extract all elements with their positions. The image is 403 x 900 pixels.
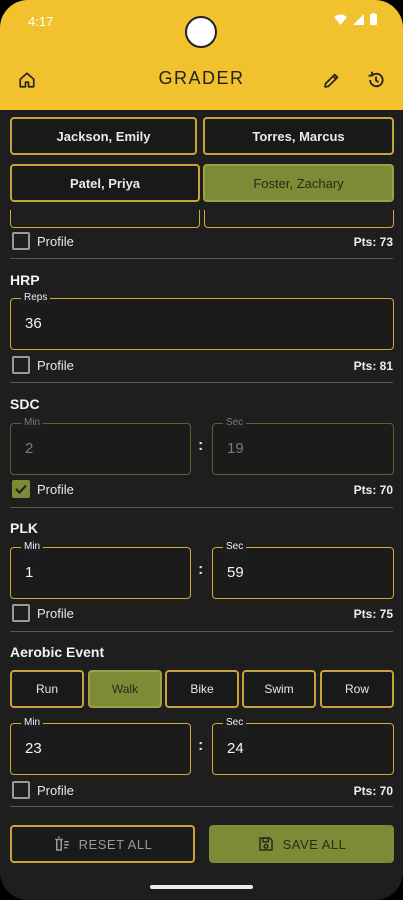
profile-checkbox-plk[interactable] [12, 604, 30, 622]
pencil-icon [323, 73, 338, 88]
sdc-min-input[interactable]: Min 2 [10, 417, 191, 475]
previous-event-field-sec[interactable] [204, 210, 394, 228]
history-icon [368, 71, 384, 88]
option-label: Swim [264, 682, 294, 696]
field-value: 36 [25, 315, 42, 332]
field-value: 24 [227, 740, 244, 757]
profile-label: Profile [37, 358, 74, 373]
status-icons [334, 13, 377, 25]
plk-min-input[interactable]: Min 1 [10, 541, 191, 599]
status-time: 4:17 [28, 14, 54, 29]
soldier-name: Foster, Zachary [253, 175, 344, 191]
battery-icon [370, 13, 377, 25]
app-bar: 4:17 GRADER [0, 0, 403, 110]
soldier-name: Patel, Priya [69, 175, 141, 191]
divider [10, 806, 393, 807]
field-label: Sec [223, 541, 247, 553]
event-title-hrp: HRP [10, 272, 40, 288]
field-value: 1 [25, 564, 34, 581]
reset-label: RESET ALL [78, 836, 153, 852]
profile-checkbox-previous[interactable] [12, 232, 30, 250]
event-title-sdc: SDC [10, 396, 40, 412]
reset-icon [54, 836, 69, 851]
profile-checkbox-sdc[interactable] [12, 480, 30, 498]
field-value: 2 [25, 440, 34, 457]
divider [10, 382, 393, 383]
aerobic-option-swim[interactable]: Swim [242, 670, 316, 708]
points-plk: Pts: 75 [353, 607, 393, 621]
profile-checkbox-aerobic[interactable] [12, 781, 30, 799]
profile-label: Profile [37, 234, 74, 249]
divider [10, 631, 393, 632]
event-title-aerobic: Aerobic Event [10, 644, 105, 660]
save-icon [258, 837, 273, 851]
profile-checkbox-hrp[interactable] [12, 356, 30, 374]
previous-event-field-min[interactable] [10, 210, 200, 228]
event-title-plk: PLK [10, 520, 38, 536]
history-button[interactable] [364, 68, 388, 92]
bottom-action-bar: RESET ALL SAVE ALL [0, 810, 403, 900]
home-indicator[interactable] [150, 885, 253, 889]
save-all-button[interactable]: SAVE ALL [209, 825, 394, 863]
option-label: Run [35, 682, 58, 696]
points-previous: Pts: 73 [353, 235, 393, 249]
wifi-icon [334, 14, 347, 25]
option-label: Bike [190, 682, 214, 696]
points-aerobic: Pts: 70 [353, 784, 393, 798]
field-label: Min [21, 717, 44, 729]
aerobic-option-row[interactable]: Row [320, 670, 394, 708]
field-label: Reps [21, 292, 51, 304]
aerobic-min-input[interactable]: Min 23 [10, 717, 191, 775]
points-sdc: Pts: 70 [353, 483, 393, 497]
field-value: 19 [227, 440, 244, 457]
aerobic-option-walk[interactable]: Walk [88, 670, 162, 708]
points-hrp: Pts: 81 [353, 359, 393, 373]
option-label: Walk [111, 682, 139, 696]
aerobic-option-run[interactable]: Run [10, 670, 84, 708]
soldier-button-foster[interactable]: Foster, Zachary [203, 164, 394, 202]
divider [10, 258, 393, 259]
field-label: Sec [223, 417, 247, 429]
sdc-sec-input[interactable]: Sec 19 [212, 417, 394, 475]
grader-content[interactable]: Jackson, Emily Torres, Marcus Patel, Pri… [0, 110, 403, 810]
phone-screen: 4:17 GRADER Jackson, Emily Torres, Marcu… [0, 0, 403, 900]
plk-sec-input[interactable]: Sec 59 [212, 541, 394, 599]
field-label: Min [21, 417, 44, 429]
field-label: Sec [223, 717, 247, 729]
soldier-button-jackson[interactable]: Jackson, Emily [10, 117, 197, 155]
check-icon [15, 484, 27, 494]
time-separator: : [198, 561, 204, 578]
aerobic-option-bike[interactable]: Bike [165, 670, 239, 708]
field-value: 23 [25, 740, 42, 757]
field-label: Min [21, 541, 44, 553]
profile-label: Profile [37, 606, 74, 621]
soldier-button-torres[interactable]: Torres, Marcus [203, 117, 394, 155]
option-label: Row [344, 682, 369, 696]
soldier-button-patel[interactable]: Patel, Priya [10, 164, 200, 202]
reset-all-button[interactable]: RESET ALL [10, 825, 195, 863]
profile-label: Profile [37, 783, 74, 798]
divider [10, 507, 393, 508]
profile-label: Profile [37, 482, 74, 497]
time-separator: : [198, 737, 204, 754]
soldier-name: Torres, Marcus [252, 128, 345, 144]
time-separator: : [198, 437, 204, 454]
edit-button[interactable] [319, 68, 343, 92]
aerobic-sec-input[interactable]: Sec 24 [212, 717, 394, 775]
hrp-reps-input[interactable]: Reps 36 [10, 292, 394, 350]
signal-icon [353, 13, 364, 25]
camera-cutout [185, 16, 217, 48]
field-value: 59 [227, 564, 244, 581]
save-label: SAVE ALL [282, 836, 347, 852]
soldier-name: Jackson, Emily [56, 128, 151, 144]
